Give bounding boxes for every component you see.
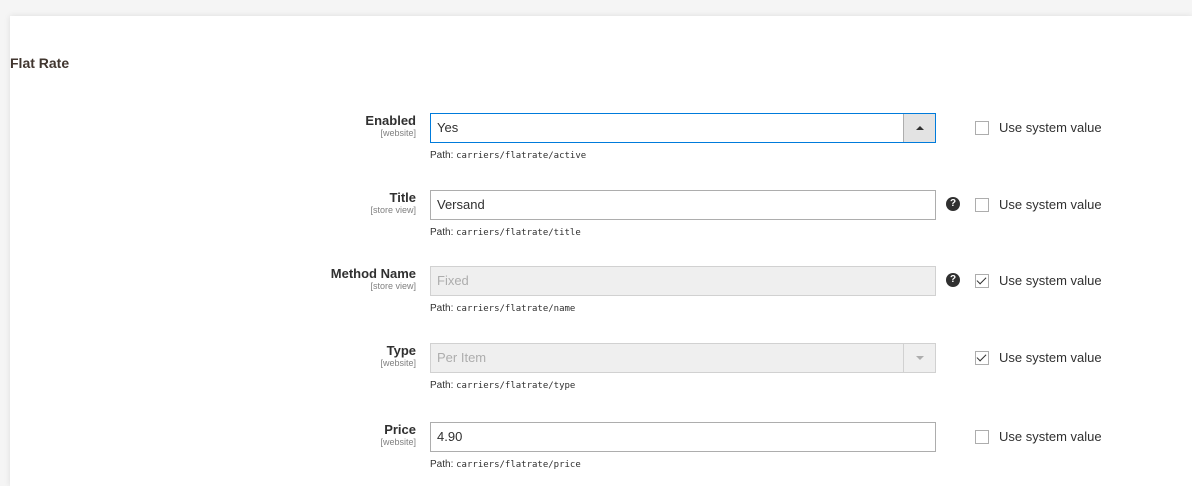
title-label-block: Title [store view]: [370, 190, 416, 216]
price-path-value: carriers/flatrate/price: [456, 460, 581, 470]
type-scope: [website]: [380, 358, 416, 368]
section-title[interactable]: Flat Rate: [10, 55, 69, 71]
help-icon[interactable]: ?: [946, 273, 960, 287]
enabled-use-system-label: Use system value: [999, 120, 1102, 135]
checkmark-icon: [976, 351, 987, 361]
type-use-system-label: Use system value: [999, 350, 1102, 365]
title-input-value: Versand: [437, 197, 485, 212]
title-use-system-checkbox[interactable]: [975, 197, 989, 212]
help-icon[interactable]: ?: [946, 197, 960, 211]
method-name-label-block: Method Name [store view]: [331, 266, 416, 292]
enabled-select-value: Yes: [437, 120, 459, 135]
title-label: Title: [389, 190, 417, 205]
enabled-select-button[interactable]: [903, 114, 935, 142]
price-label-block: Price [website]: [380, 422, 416, 448]
method-name-use-system-label: Use system value: [999, 273, 1102, 288]
path-prefix: Path:: [430, 380, 454, 391]
price-label: Price: [384, 422, 416, 437]
enabled-select[interactable]: Yes: [430, 113, 936, 143]
checkmark-icon: [976, 274, 987, 284]
method-name-input[interactable]: Fixed: [430, 266, 936, 296]
price-input-value: 4.90: [437, 429, 463, 444]
method-name-use-system[interactable]: Use system value: [975, 273, 1102, 288]
price-scope: [website]: [380, 437, 416, 447]
title-input[interactable]: Versand: [430, 190, 936, 220]
title-scope: [store view]: [370, 205, 416, 215]
type-select-button[interactable]: [903, 344, 935, 372]
enabled-path: Path: carriers/flatrate/active: [430, 150, 586, 161]
title-path: Path: carriers/flatrate/title: [430, 227, 581, 238]
price-use-system[interactable]: Use system value: [975, 429, 1102, 444]
enabled-label: Enabled: [365, 113, 416, 128]
price-path: Path: carriers/flatrate/price: [430, 459, 581, 470]
price-use-system-checkbox[interactable]: [975, 429, 989, 444]
title-use-system-label: Use system value: [999, 197, 1102, 212]
chevron-up-icon: [915, 126, 924, 130]
type-select-value: Per Item: [437, 350, 487, 365]
path-prefix: Path:: [430, 303, 454, 314]
type-select[interactable]: Per Item: [430, 343, 936, 373]
type-label: Type: [386, 343, 416, 358]
path-prefix: Path:: [430, 227, 454, 238]
price-use-system-label: Use system value: [999, 429, 1102, 444]
type-use-system-checkbox[interactable]: [975, 350, 989, 365]
method-name-input-value: Fixed: [437, 273, 469, 288]
price-input[interactable]: 4.90: [430, 422, 936, 452]
enabled-use-system-checkbox[interactable]: [975, 120, 989, 135]
enabled-scope: [website]: [380, 128, 416, 138]
enabled-use-system[interactable]: Use system value: [975, 120, 1102, 135]
enabled-path-value: carriers/flatrate/active: [456, 151, 587, 161]
path-prefix: Path:: [430, 459, 454, 470]
chevron-down-icon: [915, 356, 924, 360]
title-path-value: carriers/flatrate/title: [456, 228, 581, 238]
method-name-scope: [store view]: [370, 281, 416, 291]
method-name-path-value: carriers/flatrate/name: [456, 304, 576, 314]
method-name-label: Method Name: [330, 266, 416, 281]
type-use-system[interactable]: Use system value: [975, 350, 1102, 365]
method-name-use-system-checkbox[interactable]: [975, 273, 989, 288]
enabled-label-block: Enabled [website]: [365, 113, 416, 139]
type-label-block: Type [website]: [380, 343, 416, 369]
path-prefix: Path:: [430, 150, 454, 161]
method-name-path: Path: carriers/flatrate/name: [430, 303, 575, 314]
config-panel: [10, 16, 1192, 486]
type-path-value: carriers/flatrate/type: [456, 381, 576, 391]
type-path: Path: carriers/flatrate/type: [430, 380, 575, 391]
title-use-system[interactable]: Use system value: [975, 197, 1102, 212]
